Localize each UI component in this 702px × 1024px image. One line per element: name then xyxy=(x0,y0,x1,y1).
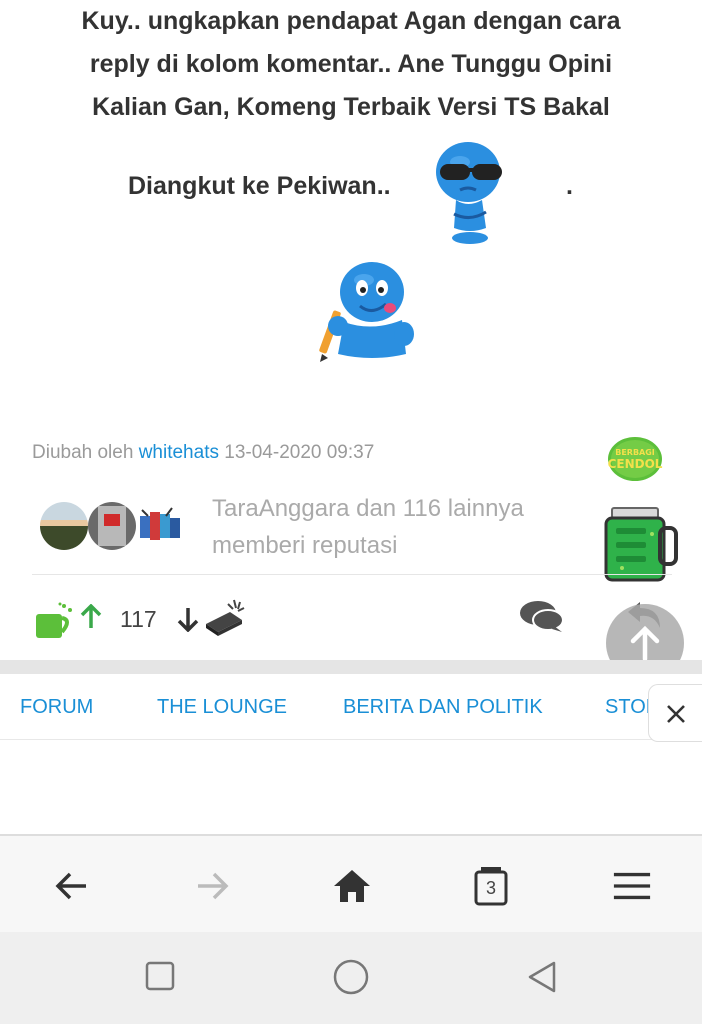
post-line-4-end: . xyxy=(566,172,573,200)
system-nav-bar xyxy=(0,932,702,1024)
category-nav-item-forum[interactable]: FORUM xyxy=(20,696,93,719)
reputation-text[interactable]: TaraAnggara dan 116 lainnya memberi repu… xyxy=(212,490,592,564)
avatar-photo-image xyxy=(88,502,136,550)
back-triangle-icon[interactable] xyxy=(526,960,558,994)
recent-apps-icon[interactable] xyxy=(144,960,176,992)
close-icon xyxy=(667,705,685,723)
downvote-arrow-icon[interactable] xyxy=(177,606,199,632)
category-nav: FORUM THE LOUNGE BERITA DAN POLITIK STOR… xyxy=(0,674,702,740)
browser-toolbar: 3 xyxy=(0,834,702,932)
tab-count: 3 xyxy=(485,878,496,898)
comment-icon[interactable] xyxy=(518,598,564,634)
cendol-jar-icon[interactable] xyxy=(602,504,682,584)
back-arrow-icon[interactable] xyxy=(52,866,92,906)
section-separator xyxy=(0,660,702,674)
post-action-row: 117 xyxy=(0,592,702,648)
reputation-text-line2: memberi reputasi xyxy=(212,532,398,559)
post-body: Kuy.. ungkapkan pendapat Agan dengan car… xyxy=(0,0,702,129)
reputation-text-line1: TaraAnggara dan 116 lainnya xyxy=(212,495,524,522)
divider xyxy=(32,574,672,575)
menu-icon[interactable] xyxy=(612,866,652,906)
berbagi-cendol-badge[interactable]: BERBAGI CENDOL xyxy=(606,434,664,484)
edited-info: Diubah oleh whitehats 13-04-2020 09:37 xyxy=(32,442,374,464)
post-line-4-text: Diangkut ke Pekiwan.. xyxy=(128,172,391,200)
forward-arrow-icon[interactable] xyxy=(192,866,232,906)
post-line-1: Kuy.. ungkapkan pendapat Agan dengan car… xyxy=(81,7,621,35)
edited-timestamp: 13-04-2020 09:37 xyxy=(224,442,375,463)
category-nav-item-berita-dan-politik[interactable]: BERITA DAN POLITIK xyxy=(343,696,543,719)
bata-brick-icon[interactable] xyxy=(204,598,246,638)
category-nav-item-the-lounge[interactable]: THE LOUNGE xyxy=(157,696,287,719)
vote-count: 117 xyxy=(120,606,157,632)
avatar-graffiti-image xyxy=(140,507,180,540)
sunglasses-emoticon xyxy=(436,142,502,244)
home-icon[interactable] xyxy=(332,866,372,906)
avatar[interactable] xyxy=(136,502,184,550)
category-nav-close-button[interactable] xyxy=(648,684,702,742)
avatar-landscape-image xyxy=(40,502,88,550)
cendol-badge-line2: CENDOL xyxy=(608,457,663,471)
post-line-3: Kalian Gan, Komeng Terbaik Versi TS Baka… xyxy=(92,93,610,121)
cendol-badge-line1: BERBAGI xyxy=(615,448,655,457)
home-circle-icon[interactable] xyxy=(332,958,370,996)
avatar[interactable] xyxy=(40,502,88,550)
edited-user-link[interactable]: whitehats xyxy=(139,442,219,463)
tabs-button[interactable]: 3 xyxy=(474,866,514,906)
avatar[interactable] xyxy=(88,502,136,550)
reputation-avatars[interactable] xyxy=(40,502,190,550)
cendol-cup-icon[interactable] xyxy=(34,602,74,640)
writing-emoticon xyxy=(319,262,414,362)
arrow-up-icon xyxy=(630,625,660,662)
upvote-arrow-icon[interactable] xyxy=(80,604,102,630)
post-line-4: Diangkut ke Pekiwan.. . xyxy=(0,164,702,208)
post-line-2: reply di kolom komentar.. Ane Tunggu Opi… xyxy=(89,50,613,78)
edited-prefix: Diubah oleh xyxy=(32,442,134,463)
